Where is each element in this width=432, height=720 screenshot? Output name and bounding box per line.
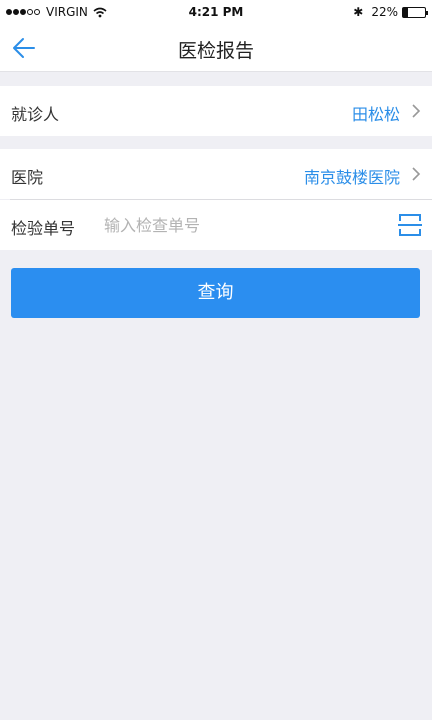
- battery-icon: [402, 6, 428, 18]
- patient-value: 田松松: [351, 105, 400, 124]
- hospital-value: 南京鼓楼医院: [303, 168, 400, 187]
- report-number-label: 检验单号: [11, 219, 76, 238]
- patient-label: 就诊人: [11, 105, 60, 124]
- status-right: ✱ 22%: [353, 5, 428, 19]
- chevron-right-icon: [412, 104, 421, 118]
- battery-fill: [403, 7, 408, 17]
- query-button[interactable]: 查询: [11, 268, 420, 318]
- status-bar: VIRGIN 4:21 PM ✱ 22%: [0, 0, 432, 24]
- hospital-row[interactable]: 医院 南京鼓楼医院: [0, 149, 432, 199]
- nav-bar: 医检报告: [0, 24, 432, 72]
- hospital-label: 医院: [11, 168, 44, 187]
- report-number-input[interactable]: [104, 210, 374, 240]
- bluetooth-icon: ✱: [353, 5, 364, 19]
- battery-percent: 22%: [371, 5, 398, 19]
- chevron-right-icon: [412, 167, 421, 181]
- page-title: 医检报告: [177, 40, 254, 62]
- patient-row[interactable]: 就诊人 田松松: [0, 86, 432, 136]
- report-number-row: 检验单号: [0, 200, 432, 250]
- scan-icon[interactable]: [398, 212, 422, 238]
